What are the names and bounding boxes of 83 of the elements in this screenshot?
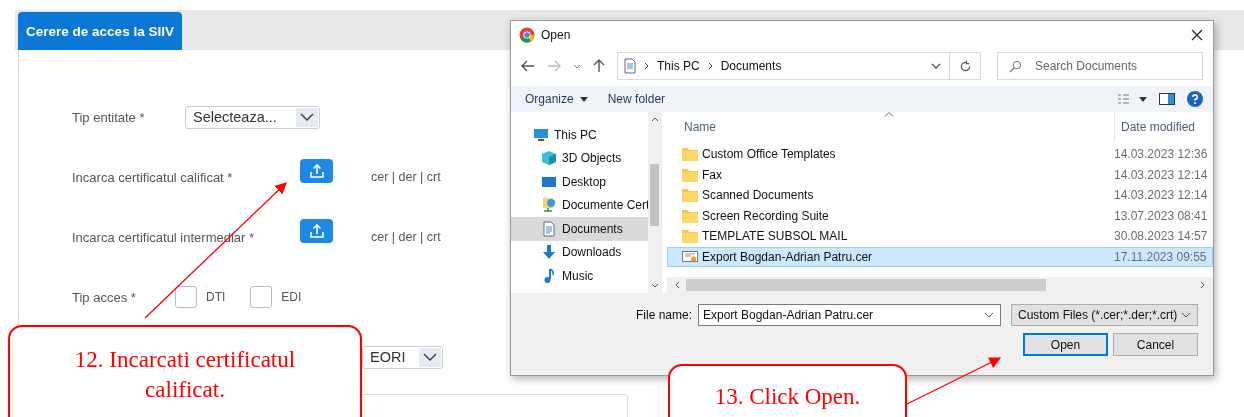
upload-button[interactable] [300, 219, 333, 243]
file-row[interactable]: Custom Office Templates 14.03.2023 12:36 [667, 144, 1213, 165]
scrollbar[interactable] [667, 277, 1213, 293]
sidebar-item[interactable]: Desktop [511, 170, 648, 194]
network-folder-icon [541, 197, 557, 214]
scrollbar-thumb[interactable] [686, 279, 1046, 291]
toolbar-button[interactable]: New folder [603, 92, 670, 106]
file-row[interactable]: Screen Recording Suite 13.07.2023 08:41 [667, 205, 1213, 226]
field-label: Incarca certificatul calificat * [72, 169, 234, 185]
chevron-down-icon [300, 113, 314, 121]
scrollbar[interactable] [648, 112, 661, 293]
folder-icon [682, 229, 698, 244]
callout-text: 12. Incarcati certificatul calificat. [8, 325, 362, 417]
toolbar-button[interactable]: Organize [521, 92, 592, 106]
column-header[interactable]: Date modified [1114, 112, 1196, 142]
field-label: Tip entitate * [72, 109, 146, 125]
help-icon[interactable] [1187, 91, 1203, 107]
folder-icon [682, 188, 698, 203]
checkbox[interactable] [250, 286, 273, 308]
upload-button[interactable] [300, 159, 333, 183]
field-label: File name: [635, 308, 692, 322]
upload-icon [308, 163, 325, 179]
dialog-button[interactable]: Open [1023, 333, 1108, 356]
chevron-right-icon [707, 62, 713, 70]
up-arrow-icon[interactable] [593, 59, 605, 73]
chevron-right-icon [644, 62, 649, 70]
scroll-left-icon[interactable] [675, 281, 680, 289]
file-formats-text: cer | der | crt [371, 230, 441, 244]
scroll-down-icon[interactable] [650, 283, 659, 288]
field-label: Tip acces * [72, 289, 137, 305]
sidebar-item[interactable]: Music [511, 264, 648, 288]
refresh-icon[interactable] [958, 59, 972, 73]
breadcrumb-item[interactable]: This PC [657, 59, 700, 73]
browser-logo-icon [519, 27, 535, 43]
certificate-icon [682, 249, 698, 264]
file-formats-text: cer | der | crt [371, 170, 441, 184]
sort-caret-icon [884, 112, 894, 117]
page-tab[interactable]: Cerere de acces la SIIV [18, 12, 182, 50]
search-field[interactable]: Search Documents [997, 52, 1203, 80]
chevron-down-icon[interactable] [984, 312, 994, 318]
search-icon [1009, 60, 1022, 73]
scroll-up-icon[interactable] [650, 117, 659, 122]
callout-text: 13. Click Open. [668, 364, 907, 417]
document-icon [541, 220, 557, 237]
scroll-right-icon[interactable] [1200, 281, 1205, 289]
dialog-button[interactable]: Cancel [1113, 333, 1198, 356]
chevron-down-icon[interactable] [931, 63, 941, 69]
file-row[interactable]: TEMPLATE SUBSOL MAIL 30.08.2023 14:57 [667, 226, 1213, 247]
scrollbar-thumb[interactable] [650, 164, 659, 226]
sidebar-item[interactable]: Documents [511, 217, 648, 241]
sidebar-item[interactable]: This PC [511, 123, 648, 147]
chevron-down-icon [1181, 312, 1191, 318]
download-icon [541, 244, 557, 261]
file-row[interactable]: Fax 14.03.2023 12:14 [667, 164, 1213, 185]
sidebar-item[interactable]: 3D Objects [511, 146, 648, 170]
chevron-down-icon [423, 353, 437, 361]
view-options-icon[interactable] [1117, 93, 1147, 105]
checkbox[interactable] [175, 286, 197, 308]
close-icon[interactable] [1191, 29, 1203, 41]
sidebar-item[interactable]: Downloads [511, 240, 648, 264]
breadcrumb-item[interactable]: Documents [720, 59, 782, 73]
document-icon [624, 58, 636, 74]
computer-icon [533, 126, 549, 143]
caret-icon [579, 96, 588, 102]
folder-icon [682, 208, 698, 223]
file-row[interactable]: Scanned Documents 14.03.2023 12:14 [667, 185, 1213, 206]
preview-pane-icon[interactable] [1159, 93, 1175, 105]
cube-icon [541, 150, 557, 167]
file-type-dropdown[interactable]: Custom Files (*.cer;*.der;*.crt) [1011, 304, 1198, 326]
checkbox-label: DTI [206, 290, 226, 304]
dialog-title: Open [541, 28, 571, 42]
column-header[interactable]: Name [667, 120, 1114, 134]
folder-icon [682, 167, 698, 182]
dropdown-field[interactable]: Selecteaza... [185, 105, 320, 129]
back-arrow-icon[interactable] [521, 60, 535, 72]
dropdown-field[interactable]: EORI [362, 345, 443, 369]
file-row[interactable]: Export Bogdan-Adrian Patru.cer 17.11.2023 09:55 [667, 246, 1213, 267]
folder-icon [682, 147, 698, 162]
checkbox-label: EDI [281, 290, 302, 304]
file-name-field[interactable]: Export Bogdan-Adrian Patru.cer [698, 304, 1001, 326]
address-bar[interactable]: This PC Documents [617, 52, 981, 80]
upload-icon [308, 223, 325, 239]
chevron-down-icon[interactable] [573, 63, 581, 69]
